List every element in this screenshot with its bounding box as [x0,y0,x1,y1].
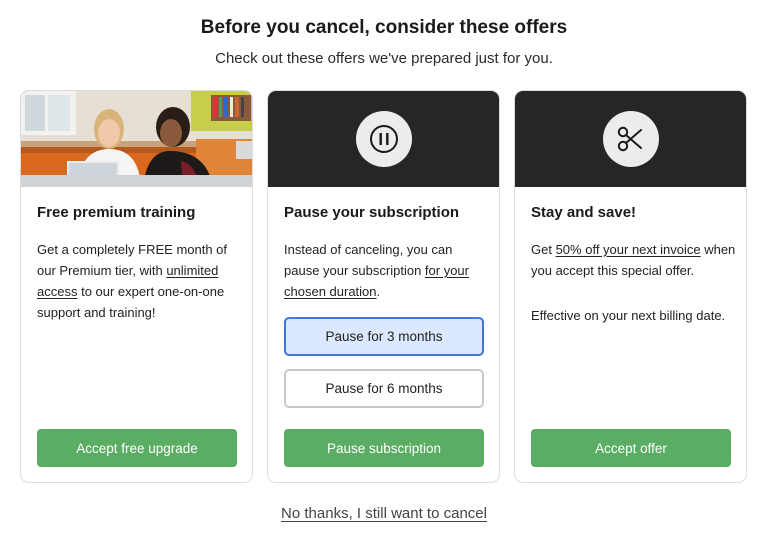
pause-6-months-option[interactable]: Pause for 6 months [284,369,484,408]
pause-icon [356,111,412,167]
offer-card-pause: Pause your subscription Instead of cance… [267,90,500,483]
card-description: Get a completely FREE month of our Premi… [37,239,242,323]
card-heading: Stay and save! [531,204,637,221]
description-text: Get [531,242,556,257]
training-photo [21,91,252,187]
pause-3-months-option[interactable]: Pause for 3 months [284,317,484,356]
page-subtitle: Check out these offers we've prepared ju… [215,50,553,67]
scissors-icon [603,111,659,167]
discount-link[interactable]: 50% off your next invoice [556,242,701,257]
offer-card-free-training: Free premium training Get a completely F… [20,90,253,483]
decline-cancel-link[interactable]: No thanks, I still want to cancel [0,505,768,522]
description-paragraph: Get 50% off your next invoice when you a… [531,239,736,281]
card-hero [515,91,746,187]
card-heading: Pause your subscription [284,204,460,221]
pause-subscription-button[interactable]: Pause subscription [284,429,484,467]
card-description: Instead of canceling, you can pause your… [284,239,489,302]
description-text: . [376,284,381,299]
card-heading: Free premium training [37,204,196,221]
billing-note: Effective on your next billing date. [531,308,726,323]
accept-free-upgrade-button[interactable]: Accept free upgrade [37,429,237,467]
page-title: Before you cancel, consider these offers [200,17,568,38]
card-description: Get 50% off your next invoice when you a… [531,239,736,326]
accept-offer-button[interactable]: Accept offer [531,429,731,467]
card-hero [268,91,499,187]
offer-card-discount: Stay and save! Get 50% off your next inv… [514,90,747,483]
